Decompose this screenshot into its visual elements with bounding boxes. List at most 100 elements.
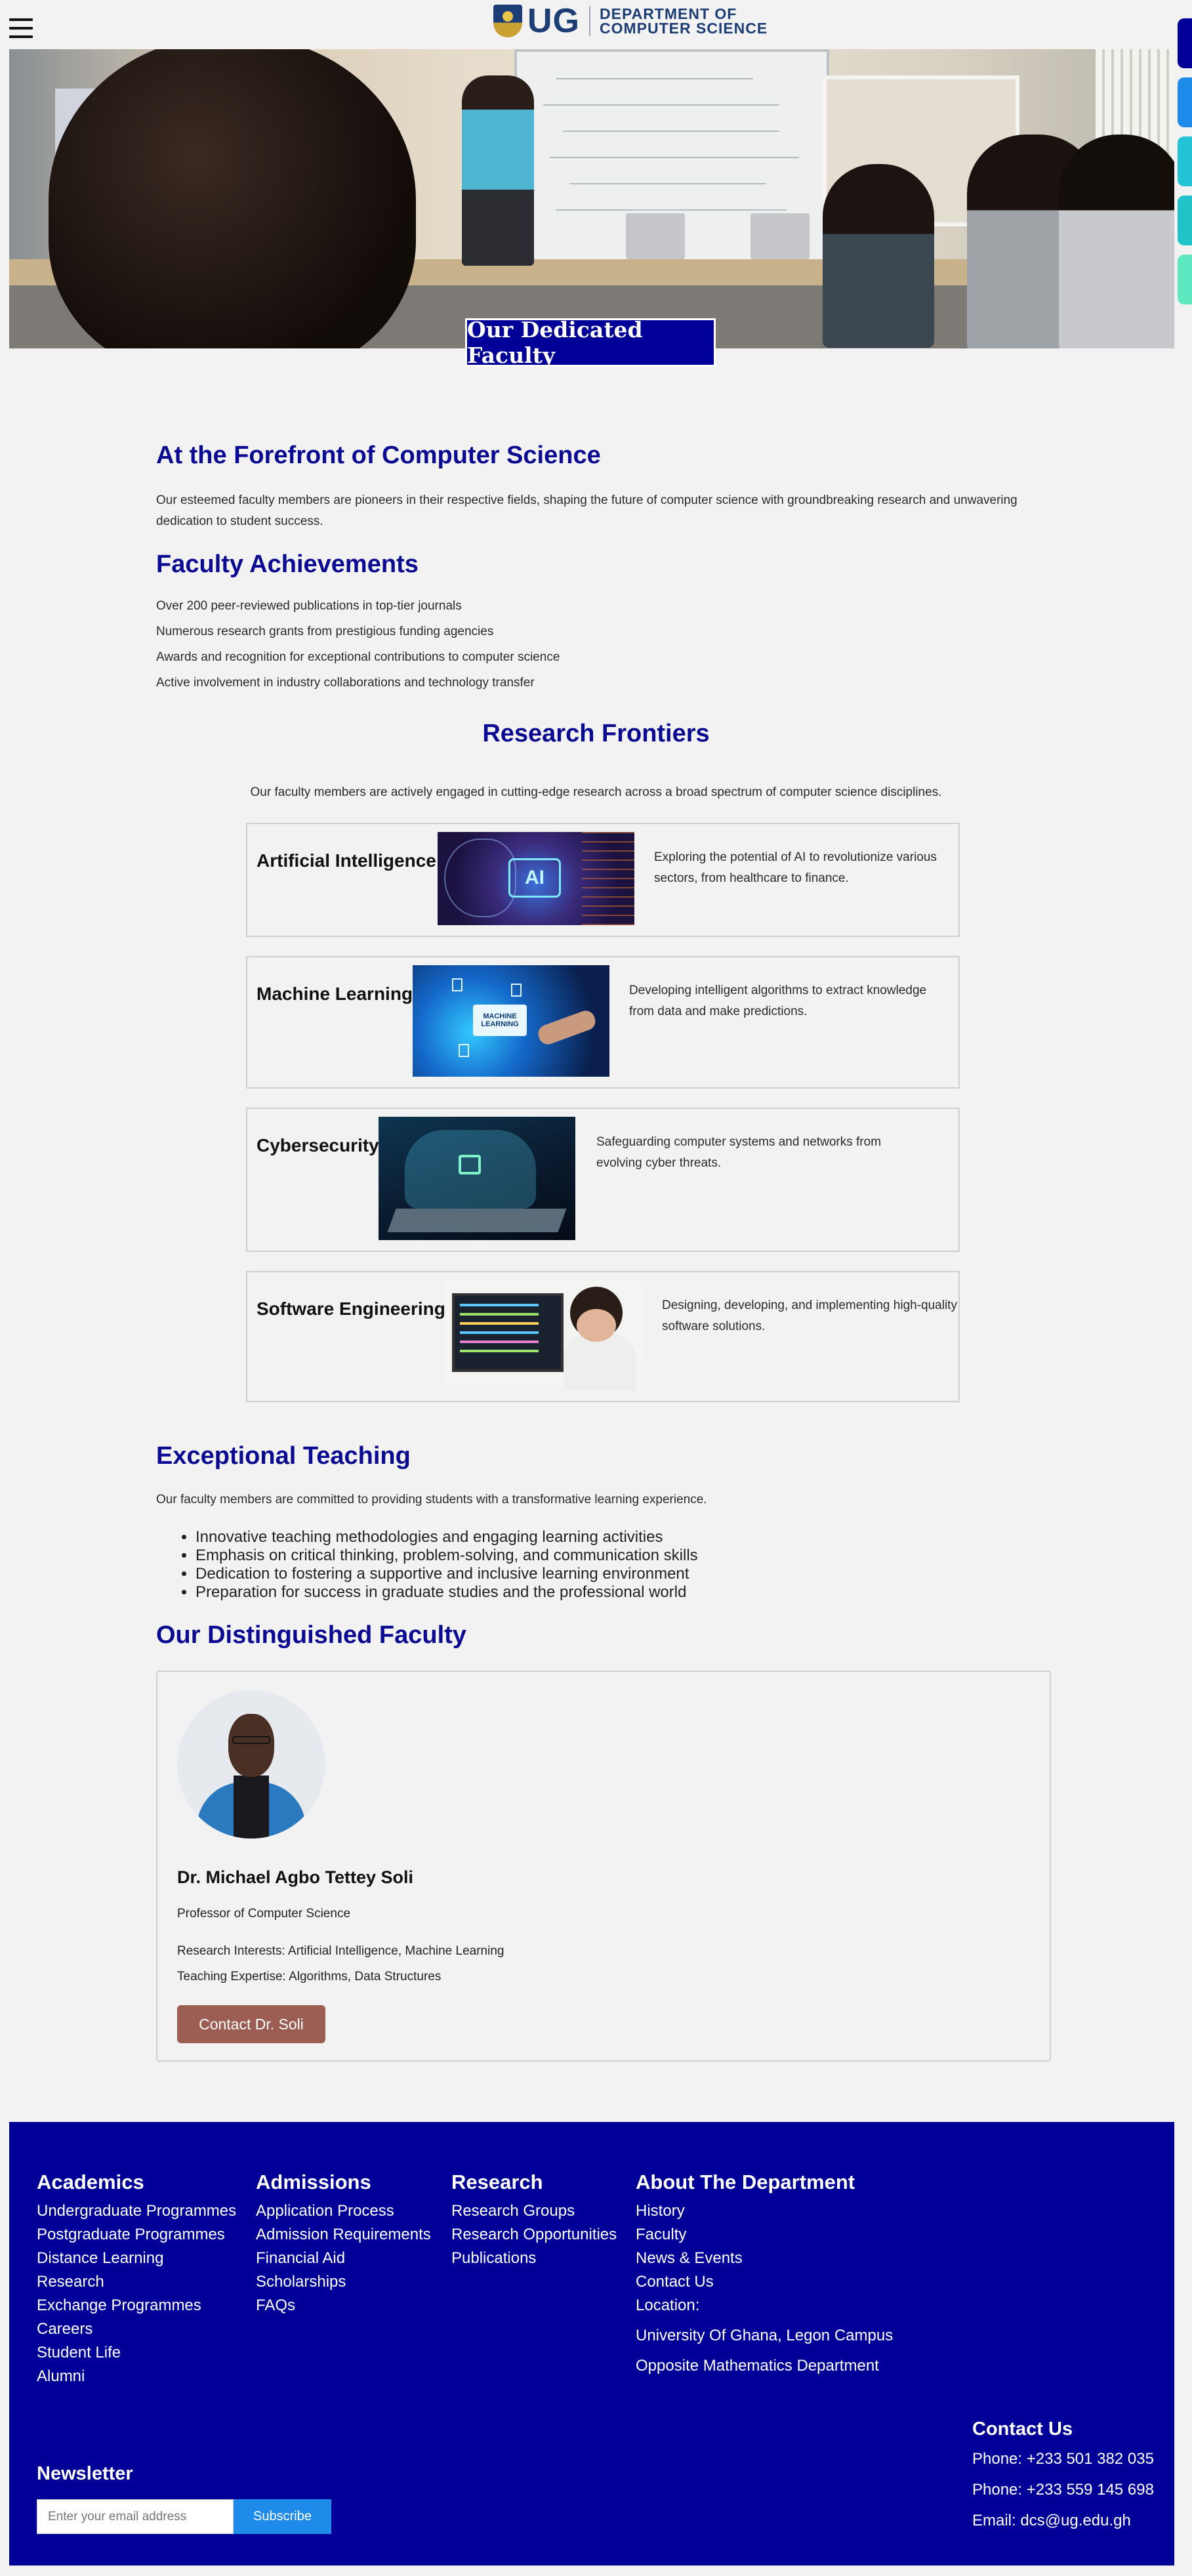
ai-image: AI — [438, 832, 634, 925]
research-card-ai: Artificial Intelligence AI Exploring the… — [246, 823, 960, 937]
footer-contact: Contact Us Phone: +233 501 382 035 Phone… — [972, 2419, 1154, 2542]
ai-chip-badge: AI — [508, 858, 561, 898]
faculty-card: Dr. Michael Agbo Tettey Soli Professor o… — [156, 1671, 1051, 2062]
research-intro: Our faculty members are actively engaged… — [250, 785, 942, 799]
footer-link[interactable]: Faculty — [636, 2223, 893, 2247]
hero-image — [9, 49, 1174, 348]
research-title: Cybersecurity — [257, 1135, 379, 1155]
student-foreground-figure — [49, 49, 416, 348]
footer-academics: Academics Undergraduate Programmes Postg… — [37, 2171, 236, 2388]
footer-heading: About The Department — [636, 2171, 855, 2193]
lecturer-figure — [462, 75, 534, 266]
machine-learning-image: MACHINE LEARNING — [413, 965, 609, 1077]
research-desc: Designing, developing, and implementing … — [662, 1298, 957, 1333]
subscribe-button[interactable]: Subscribe — [234, 2499, 331, 2534]
footer-link[interactable]: News & Events — [636, 2247, 893, 2270]
logo-dept-line2: COMPUTER SCIENCE — [600, 20, 768, 37]
footer-location-label: Location: — [636, 2296, 700, 2314]
hero-title: Our Dedicated Faculty — [465, 317, 716, 368]
achievement-item: Active involvement in industry collabora… — [156, 676, 535, 690]
faculty-name: Dr. Michael Agbo Tettey Soli — [177, 1867, 414, 1887]
footer-link[interactable]: Distance Learning — [37, 2247, 236, 2270]
university-crest-icon — [493, 5, 522, 37]
research-desc: Developing intelligent algorithms to ext… — [629, 984, 927, 1018]
footer-address: University Of Ghana, Legon Campus — [636, 2327, 894, 2344]
logo-dept-line1: DEPARTMENT OF — [600, 5, 737, 22]
lock-icon — [459, 1155, 481, 1174]
footer-link[interactable]: Application Process — [256, 2199, 431, 2223]
footer-about: About The Department History Faculty New… — [636, 2171, 893, 2378]
footer-link[interactable]: Student Life — [37, 2341, 236, 2365]
footer-heading: Research — [451, 2171, 543, 2193]
faculty-role: Professor of Computer Science — [177, 1907, 351, 1921]
footer-link[interactable]: Undergraduate Programmes — [37, 2199, 236, 2223]
research-title: Machine Learning — [257, 984, 413, 1004]
intro-heading: At the Forefront of Computer Science — [156, 442, 601, 469]
cybersecurity-image — [379, 1117, 575, 1240]
contact-phone[interactable]: Phone: +233 501 382 035 — [972, 2449, 1154, 2468]
ml-badge: MACHINE LEARNING — [473, 1005, 527, 1036]
footer-link[interactable]: Publications — [451, 2247, 617, 2270]
intro-text: Our esteemed faculty members are pioneer… — [156, 493, 1017, 528]
newsletter-email-input[interactable] — [37, 2499, 234, 2534]
achievement-item: Over 200 peer-reviewed publications in t… — [156, 599, 462, 613]
research-card-software-engineering: Software Engineering Designing, developi… — [246, 1271, 960, 1402]
footer-link[interactable]: Scholarships — [256, 2270, 431, 2294]
faculty-avatar — [177, 1690, 325, 1839]
contact-phone[interactable]: Phone: +233 559 145 698 — [972, 2480, 1154, 2499]
logo-dept-text: DEPARTMENT OF COMPUTER SCIENCE — [600, 5, 768, 37]
research-card-cybersecurity: Cybersecurity Safeguarding computer syst… — [246, 1108, 960, 1252]
software-engineering-image — [445, 1280, 642, 1390]
achievement-item: Numerous research grants from prestigiou… — [156, 625, 494, 638]
faculty-teaching-expertise: Teaching Expertise: Algorithms, Data Str… — [177, 1970, 442, 1984]
footer-link[interactable]: Research — [37, 2270, 236, 2294]
side-tab-2[interactable] — [1178, 136, 1192, 186]
achievement-item: Awards and recognition for exceptional c… — [156, 650, 560, 664]
footer-research: Research Research Groups Research Opport… — [451, 2171, 617, 2270]
footer-link[interactable]: Research Groups — [451, 2199, 617, 2223]
footer-link[interactable]: Careers — [37, 2317, 236, 2341]
side-tab-4[interactable] — [1178, 255, 1192, 304]
footer-link[interactable]: Financial Aid — [256, 2247, 431, 2270]
footer: Academics Undergraduate Programmes Postg… — [9, 2122, 1174, 2566]
side-tab-3[interactable] — [1178, 196, 1192, 245]
newsletter-heading: Newsletter — [37, 2463, 133, 2484]
research-card-ml: Machine Learning MACHINE LEARNING Develo… — [246, 956, 960, 1089]
research-desc: Safeguarding computer systems and networ… — [596, 1135, 882, 1170]
footer-link[interactable]: Exchange Programmes — [37, 2294, 236, 2317]
research-desc: Exploring the potential of AI to revolut… — [654, 850, 937, 885]
student-figure — [823, 164, 934, 348]
research-title: Artificial Intelligence — [257, 850, 436, 871]
footer-link[interactable]: Admission Requirements — [256, 2223, 431, 2247]
logo-divider — [589, 6, 590, 36]
newsletter: Newsletter Subscribe — [37, 2463, 331, 2534]
side-tabs — [1178, 18, 1192, 314]
research-heading: Research Frontiers — [482, 720, 710, 747]
contact-email[interactable]: Email: dcs@ug.edu.gh — [972, 2511, 1154, 2530]
footer-link[interactable]: Alumni — [37, 2365, 236, 2388]
footer-link[interactable]: History — [636, 2199, 893, 2223]
hamburger-menu-icon[interactable] — [9, 18, 33, 38]
teaching-item: Dedication to fostering a supportive and… — [195, 1565, 698, 1583]
research-title: Software Engineering — [257, 1298, 445, 1319]
side-tab-1[interactable] — [1178, 77, 1192, 127]
contact-faculty-button[interactable]: Contact Dr. Soli — [177, 2005, 325, 2043]
teaching-item: Innovative teaching methodologies and en… — [195, 1528, 698, 1547]
footer-heading: Admissions — [256, 2171, 371, 2193]
footer-link[interactable]: Contact Us — [636, 2270, 893, 2294]
footer-link[interactable]: Postgraduate Programmes — [37, 2223, 236, 2247]
footer-link[interactable]: Research Opportunities — [451, 2223, 617, 2247]
logo-ug-text: UG — [527, 2, 580, 40]
teaching-item: Preparation for success in graduate stud… — [195, 1583, 698, 1602]
footer-address: Opposite Mathematics Department — [636, 2357, 879, 2375]
teaching-list: Innovative teaching methodologies and en… — [195, 1528, 698, 1602]
department-logo[interactable]: UG DEPARTMENT OF COMPUTER SCIENCE — [493, 2, 768, 40]
faculty-research-interests: Research Interests: Artificial Intellige… — [177, 1944, 504, 1958]
footer-admissions: Admissions Application Process Admission… — [256, 2171, 431, 2317]
footer-heading: Contact Us — [972, 2419, 1073, 2440]
teaching-heading: Exceptional Teaching — [156, 1442, 411, 1470]
side-tab-0[interactable] — [1178, 18, 1192, 68]
teaching-text: Our faculty members are committed to pro… — [156, 1493, 707, 1506]
footer-link[interactable]: FAQs — [256, 2294, 431, 2317]
achievements-heading: Faculty Achievements — [156, 551, 419, 578]
